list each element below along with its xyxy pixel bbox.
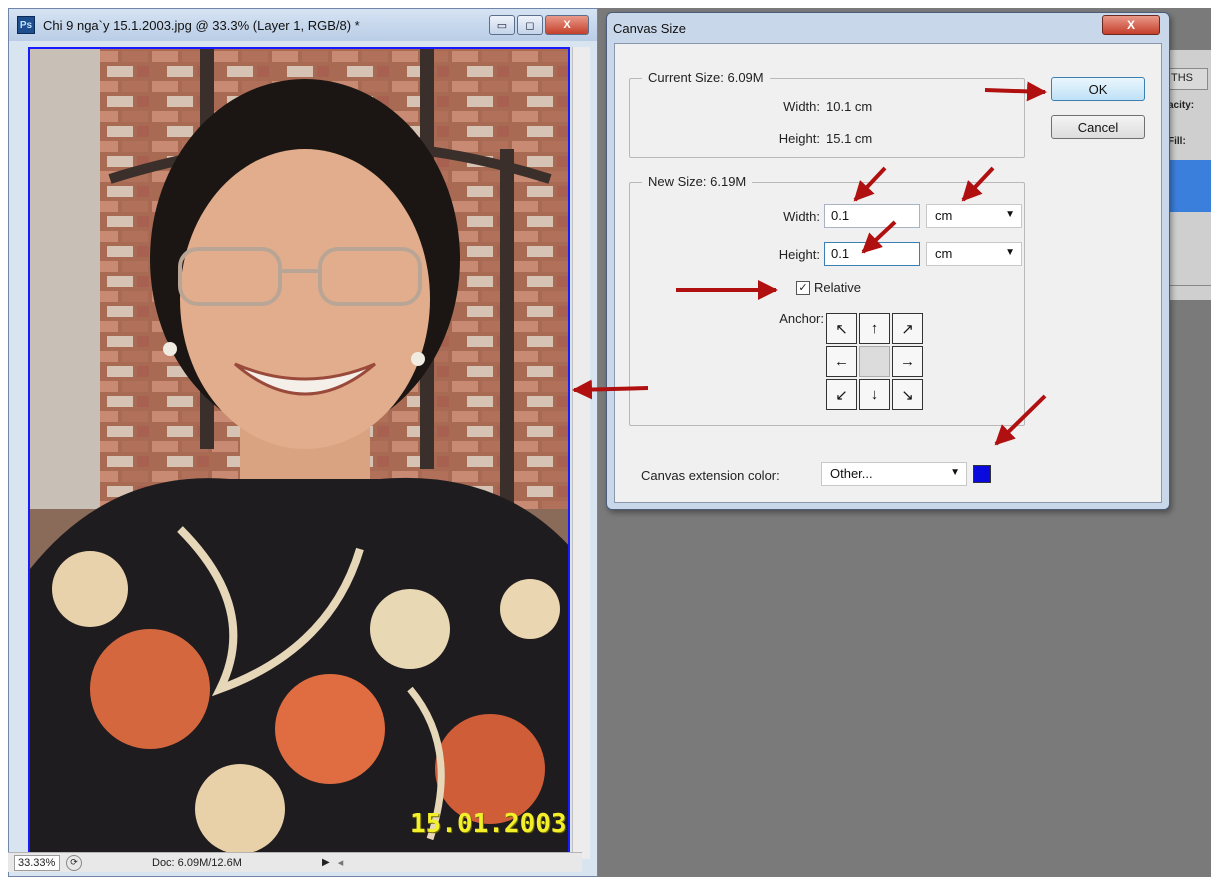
width-unit-select[interactable]: cm ▼: [926, 204, 1022, 228]
document-title: Chi 9 nga`y 15.1.2003.jpg @ 33.3% (Layer…: [43, 17, 360, 33]
anchor-bottom[interactable]: ↓: [859, 379, 890, 410]
anchor-top-left[interactable]: ↖: [826, 313, 857, 344]
extension-color-swatch[interactable]: [973, 465, 991, 483]
anchor-grid[interactable]: ↖ ↑ ↗ ← → ↙ ↓ ↘: [826, 313, 923, 410]
current-height-value: 15.1 cm: [826, 131, 873, 146]
canvas-photo[interactable]: 15.01.2003: [28, 47, 570, 859]
zoom-icon[interactable]: ⟳: [66, 854, 82, 871]
height-unit-select[interactable]: cm ▼: [926, 242, 1022, 266]
extension-color-label: Canvas extension color:: [641, 468, 780, 483]
height-unit-value: cm: [935, 246, 953, 261]
new-width-label: Width:: [783, 209, 820, 224]
opacity-label: acity:: [1168, 100, 1195, 111]
extension-color-value: Other...: [830, 466, 873, 481]
new-size-legend: New Size: 6.19M: [642, 174, 753, 189]
current-width-value: 10.1 cm: [826, 99, 873, 114]
minimize-icon[interactable]: ▭: [489, 15, 515, 35]
ok-button[interactable]: OK: [1051, 77, 1145, 101]
new-height-label: Height:: [778, 247, 820, 262]
chevron-down-icon: ▼: [1005, 247, 1015, 258]
zoom-field[interactable]: 33.33%: [14, 854, 60, 871]
close-icon[interactable]: X: [545, 15, 589, 35]
relative-checkbox[interactable]: ✓: [796, 281, 810, 295]
panel-divider: [1166, 285, 1211, 286]
anchor-center[interactable]: [859, 346, 890, 377]
chevron-down-icon: ▼: [950, 467, 960, 478]
current-size-legend: Current Size: 6.09M: [642, 70, 770, 85]
photoshop-logo-icon: Ps: [17, 16, 35, 34]
anchor-top[interactable]: ↑: [859, 313, 890, 344]
relative-label[interactable]: Relative: [814, 280, 861, 295]
anchor-label: Anchor:: [779, 311, 824, 326]
anchor-bottom-left[interactable]: ↙: [826, 379, 857, 410]
selected-layer-row[interactable]: [1170, 160, 1211, 212]
maximize-icon[interactable]: ◻: [517, 15, 543, 35]
anchor-top-right[interactable]: ↗: [892, 313, 923, 344]
current-size-group: Current Size: 6.09M Width: 10.1 cm Heigh…: [629, 70, 1025, 158]
anchor-left[interactable]: ←: [826, 346, 857, 377]
document-window: Ps Chi 9 nga`y 15.1.2003.jpg @ 33.3% (La…: [8, 8, 598, 877]
new-size-group: New Size: 6.19M Width: 0.1 cm ▼ Height: …: [629, 174, 1025, 426]
extension-color-select[interactable]: Other... ▼: [821, 462, 967, 486]
panel-tab-paths[interactable]: THS: [1168, 68, 1208, 90]
canvas-size-dialog: Canvas Size X Current Size: 6.09M Width:…: [606, 12, 1170, 510]
cancel-button[interactable]: Cancel: [1051, 115, 1145, 139]
dialog-title: Canvas Size: [613, 21, 686, 36]
dialog-body: Current Size: 6.09M Width: 10.1 cm Heigh…: [614, 43, 1162, 503]
current-height-label: Height:: [778, 131, 820, 146]
height-input[interactable]: 0.1: [824, 242, 920, 266]
chevron-down-icon: ▼: [1005, 209, 1015, 220]
status-bar: 33.33% ⟳ Doc: 6.09M/12.6M ▶ ◂: [8, 852, 582, 872]
status-menu-arrow-icon[interactable]: ▶: [322, 857, 330, 868]
portrait-image: [30, 49, 568, 857]
document-titlebar[interactable]: Ps Chi 9 nga`y 15.1.2003.jpg @ 33.3% (La…: [9, 9, 597, 41]
fill-label: Fill:: [1168, 136, 1186, 147]
dialog-close-icon[interactable]: X: [1102, 15, 1160, 35]
date-stamp: 15.01.2003: [410, 809, 567, 839]
width-unit-value: cm: [935, 208, 953, 223]
doc-size-info[interactable]: Doc: 6.09M/12.6M: [152, 857, 302, 869]
current-width-label: Width:: [783, 99, 820, 114]
vertical-scrollbar[interactable]: [572, 47, 590, 859]
anchor-right[interactable]: →: [892, 346, 923, 377]
width-input[interactable]: 0.1: [824, 204, 920, 228]
anchor-bottom-right[interactable]: ↘: [892, 379, 923, 410]
scroll-left-icon[interactable]: ◂: [338, 856, 344, 869]
